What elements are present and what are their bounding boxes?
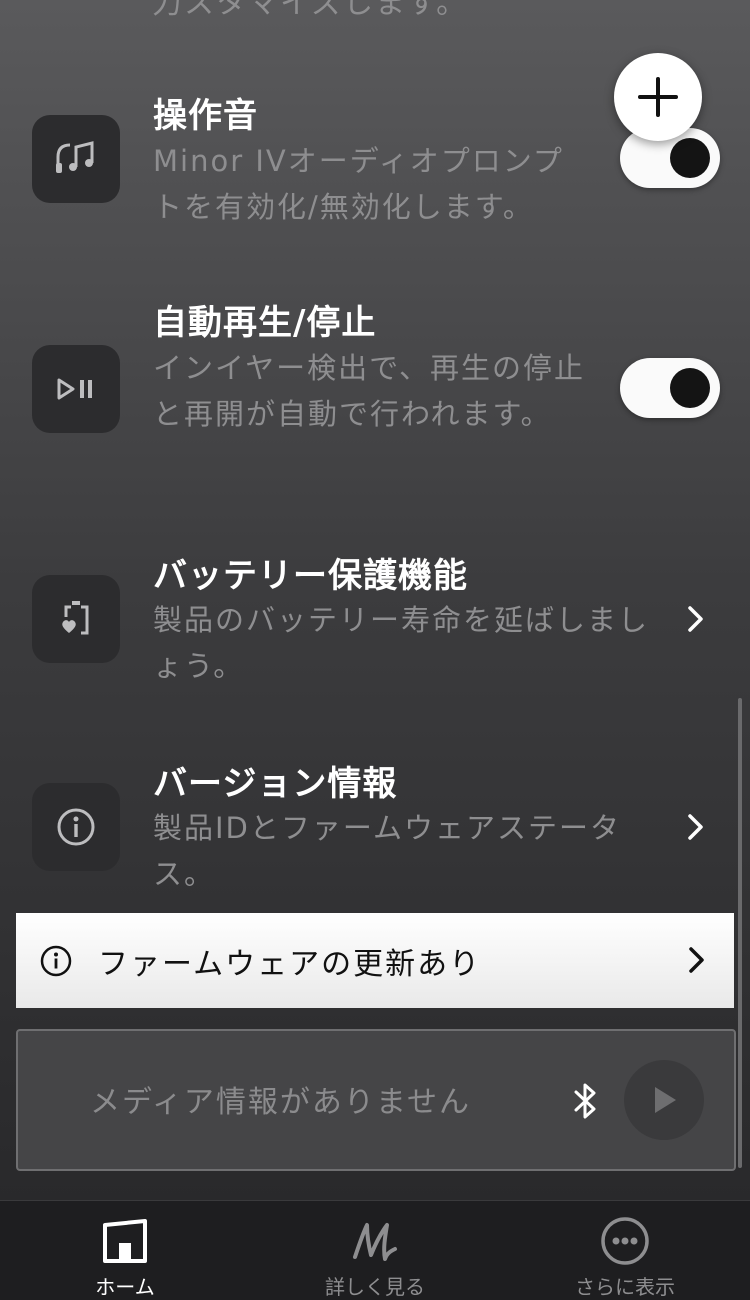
setting-icon-box <box>32 783 120 871</box>
marshall-m-icon <box>353 1223 397 1261</box>
setting-icon-box <box>32 575 120 663</box>
scrollbar[interactable] <box>738 698 742 1168</box>
toggle-knob <box>670 368 710 408</box>
autoplay-toggle[interactable] <box>620 358 720 418</box>
setting-title: 自動再生/停止 <box>153 303 377 343</box>
partial-description: 力スタマイズします。 <box>152 0 469 21</box>
tab-label: さらに表示 <box>575 1275 675 1299</box>
setting-icon-box <box>32 115 120 203</box>
tab-label: 詳しく見る <box>325 1275 425 1299</box>
bluetooth-icon[interactable] <box>572 1081 600 1121</box>
media-player[interactable]: メディア情報がありません <box>16 1029 736 1171</box>
setting-description: 製品のバッテリー寿命を延ばしましょう。 <box>153 603 650 683</box>
tab-label: ホーム <box>95 1275 155 1299</box>
firmware-update-banner[interactable]: ファームウェアの更新あり <box>16 913 734 1008</box>
battery-heart-icon <box>62 601 89 635</box>
plus-icon <box>638 77 678 117</box>
tab-home[interactable]: ホーム <box>0 1201 250 1300</box>
home-icon <box>103 1219 147 1263</box>
add-button[interactable] <box>614 53 702 141</box>
setting-description: 製品IDとファームウェアステータス。 <box>153 811 622 891</box>
tab-bar: ホーム 詳しく見る さらに表示 <box>0 1200 750 1300</box>
setting-title: バッテリー保護機能 <box>153 556 468 596</box>
setting-title: 操作音 <box>153 96 258 136</box>
info-icon <box>57 808 95 846</box>
setting-title: バージョン情報 <box>153 764 398 804</box>
info-icon <box>40 945 72 977</box>
play-pause-icon <box>57 378 92 400</box>
more-icon <box>601 1217 649 1265</box>
media-info-text: メディア情報がありません <box>90 1085 471 1120</box>
firmware-update-text: ファームウェアの更新あり <box>98 946 482 982</box>
chevron-right-icon <box>688 606 703 632</box>
chevron-right-icon <box>689 947 704 973</box>
setting-description: インイヤー検出で、再生の停止と再開が自動で行われます。 <box>153 351 585 431</box>
toggle-knob <box>670 138 710 178</box>
play-button[interactable] <box>624 1060 704 1140</box>
setting-icon-box <box>32 345 120 433</box>
play-icon <box>655 1087 676 1113</box>
setting-description: Minor IVオーディオプロンプトを有効化/無効化します。 <box>153 144 564 224</box>
music-note-icon <box>56 141 94 173</box>
chevron-right-icon <box>688 814 703 840</box>
tab-more[interactable]: さらに表示 <box>500 1201 750 1300</box>
tab-explore[interactable]: 詳しく見る <box>250 1201 500 1300</box>
